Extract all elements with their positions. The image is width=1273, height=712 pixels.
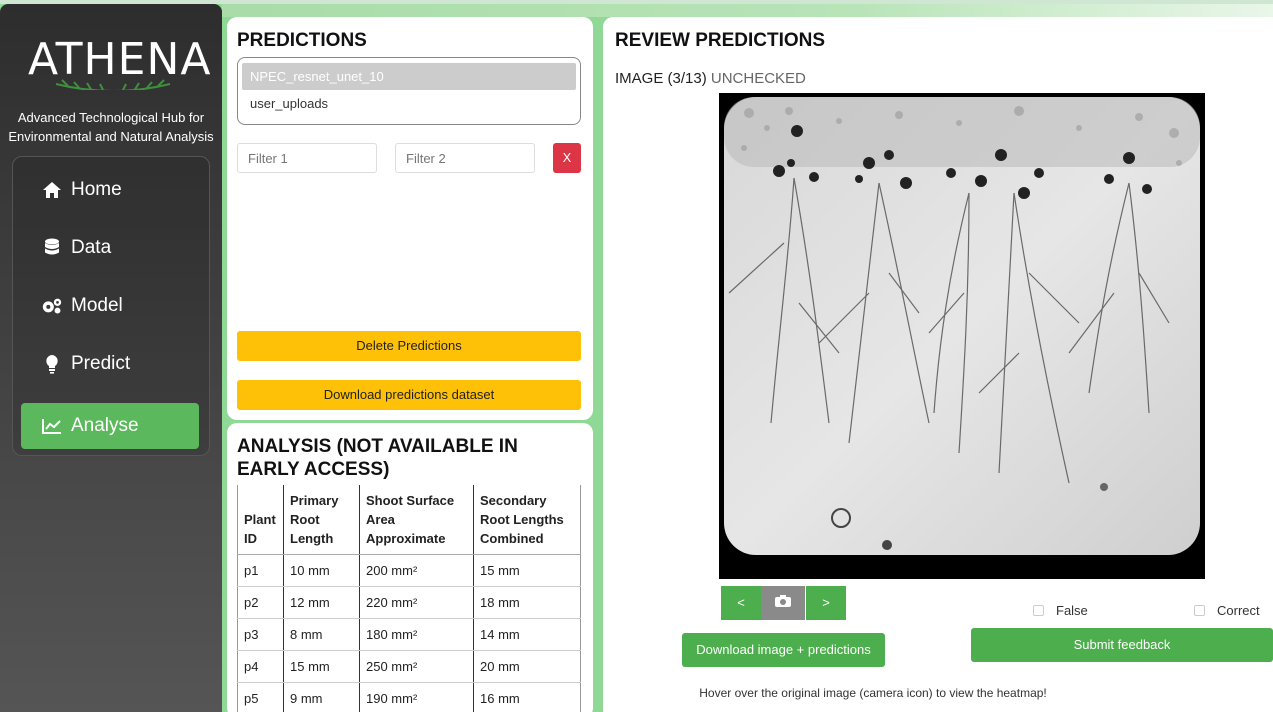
table-cell: 12 mm	[283, 586, 360, 619]
camera-heatmap-button[interactable]	[761, 586, 805, 620]
plant-image-graphic	[724, 97, 1200, 555]
table-cell: 220 mm²	[359, 586, 474, 619]
nav-item-data[interactable]: Data	[21, 225, 199, 271]
download-image-predictions-button[interactable]: Download image + predictions	[682, 633, 885, 667]
column-header-plant-id: Plant ID	[237, 485, 284, 555]
table-row: p2 12 mm 220 mm² 18 mm	[237, 586, 581, 619]
correct-checkbox[interactable]: Correct	[1194, 603, 1260, 618]
table-cell: p3	[237, 618, 284, 651]
header-text: Root	[290, 512, 320, 527]
header-text: Length	[290, 531, 334, 546]
nav-label: Predict	[71, 353, 131, 374]
predictions-panel: PREDICTIONS NPEC_resnet_unet_10 user_upl…	[227, 17, 593, 420]
table-cell: 9 mm	[283, 682, 360, 712]
image-status-label: UNCHECKED	[710, 70, 806, 87]
header-text: Primary	[290, 493, 339, 508]
nav-label: Data	[71, 237, 112, 258]
previous-image-button[interactable]: <	[721, 586, 761, 620]
delete-predictions-button[interactable]: Delete Predictions	[237, 331, 581, 361]
nav-item-analyse[interactable]: Analyse	[21, 403, 199, 449]
camera-icon	[774, 594, 792, 613]
checkbox-box[interactable]	[1033, 605, 1044, 616]
image-counter: IMAGE (3/13) UNCHECKED	[615, 70, 806, 87]
download-predictions-dataset-button[interactable]: Download predictions dataset	[237, 380, 581, 410]
analysis-title-line-1: ANALYSIS (NOT AVAILABLE IN	[237, 436, 518, 457]
header-text: Plant	[244, 512, 276, 527]
home-icon	[41, 179, 63, 201]
table-cell: 8 mm	[283, 618, 360, 651]
header-text: Area	[366, 512, 395, 527]
analysis-table: Plant ID Primary Root Length Shoot Surfa…	[237, 485, 581, 712]
table-header-row: Plant ID Primary Root Length Shoot Surfa…	[237, 485, 581, 555]
analysis-panel: ANALYSIS (NOT AVAILABLE IN EARLY ACCESS)…	[227, 423, 593, 712]
nav-item-home[interactable]: Home	[21, 167, 199, 213]
nav-label: Model	[71, 295, 123, 316]
table-cell: 190 mm²	[359, 682, 474, 712]
image-index-label: IMAGE (3/13)	[615, 70, 707, 87]
checkbox-box[interactable]	[1194, 605, 1205, 616]
nav-item-model[interactable]: Model	[21, 283, 199, 329]
table-row: p4 15 mm 250 mm² 20 mm	[237, 650, 581, 683]
next-image-button[interactable]: >	[806, 586, 846, 620]
plant-root-image[interactable]	[719, 93, 1205, 579]
database-icon	[41, 237, 63, 259]
brand-tagline: Advanced Technological Hub for Environme…	[0, 108, 222, 146]
predictions-select-list[interactable]: NPEC_resnet_unet_10 user_uploads	[237, 57, 581, 125]
athena-logo: ATHENA	[28, 34, 212, 90]
column-header-secondary-root-lengths: Secondary Root Lengths Combined	[473, 485, 581, 555]
filter-1-input[interactable]	[237, 143, 377, 173]
table-row: p3 8 mm 180 mm² 14 mm	[237, 618, 581, 651]
column-header-primary-root-length: Primary Root Length	[283, 485, 360, 555]
header-text: Root Lengths	[480, 512, 564, 527]
predictions-title: PREDICTIONS	[237, 30, 367, 51]
table-cell: p1	[237, 554, 284, 587]
table-cell: 15 mm	[473, 554, 581, 587]
table-cell: p4	[237, 650, 284, 683]
table-cell: 250 mm²	[359, 650, 474, 683]
table-cell: 14 mm	[473, 618, 581, 651]
main-nav: Home Data Model Predict Analyse	[12, 156, 210, 456]
header-text: Combined	[480, 531, 544, 546]
logo-text: ATHENA	[28, 34, 212, 85]
analysis-title: ANALYSIS (NOT AVAILABLE IN EARLY ACCESS)	[237, 435, 518, 481]
table-cell: 180 mm²	[359, 618, 474, 651]
chart-line-icon	[41, 415, 63, 437]
table-cell: 15 mm	[283, 650, 360, 683]
table-cell: 200 mm²	[359, 554, 474, 587]
review-panel: REVIEW PREDICTIONS IMAGE (3/13) UNCHECKE…	[603, 17, 1273, 712]
table-row: p1 10 mm 200 mm² 15 mm	[237, 554, 581, 587]
column-header-shoot-surface-area: Shoot Surface Area Approximate	[359, 485, 474, 555]
correct-checkbox-label: Correct	[1217, 603, 1260, 618]
false-checkbox[interactable]: False	[1033, 603, 1088, 618]
table-cell: p5	[237, 682, 284, 712]
tagline-line-2: Environmental and Natural Analysis	[8, 129, 214, 144]
table-cell: 10 mm	[283, 554, 360, 587]
table-cell: 20 mm	[473, 650, 581, 683]
review-title: REVIEW PREDICTIONS	[615, 30, 826, 51]
tagline-line-1: Advanced Technological Hub for	[17, 110, 205, 125]
header-text: Shoot Surface	[366, 493, 455, 508]
table-row: p5 9 mm 190 mm² 16 mm	[237, 682, 581, 712]
nav-label: Home	[71, 179, 122, 200]
table-cell: 18 mm	[473, 586, 581, 619]
clear-filters-button[interactable]: X	[553, 143, 581, 173]
header-text: Approximate	[366, 531, 446, 546]
list-option-selected[interactable]: NPEC_resnet_unet_10	[242, 63, 576, 90]
lightbulb-icon	[41, 353, 63, 375]
gears-icon	[41, 295, 63, 317]
submit-feedback-button[interactable]: Submit feedback	[971, 628, 1273, 662]
nav-item-predict[interactable]: Predict	[21, 341, 199, 387]
header-text: ID	[244, 531, 257, 546]
header-text: Secondary	[480, 493, 547, 508]
heatmap-hint: Hover over the original image (camera ic…	[699, 686, 1047, 700]
sidebar: ATHENA Advanced Technological Hub for En…	[0, 4, 222, 712]
table-cell: p2	[237, 586, 284, 619]
filter-2-input[interactable]	[395, 143, 535, 173]
analysis-title-line-2: EARLY ACCESS)	[237, 459, 390, 480]
table-cell: 16 mm	[473, 682, 581, 712]
list-option[interactable]: user_uploads	[242, 90, 576, 117]
header-gradient	[222, 4, 1273, 17]
false-checkbox-label: False	[1056, 603, 1088, 618]
nav-label: Analyse	[71, 415, 139, 436]
